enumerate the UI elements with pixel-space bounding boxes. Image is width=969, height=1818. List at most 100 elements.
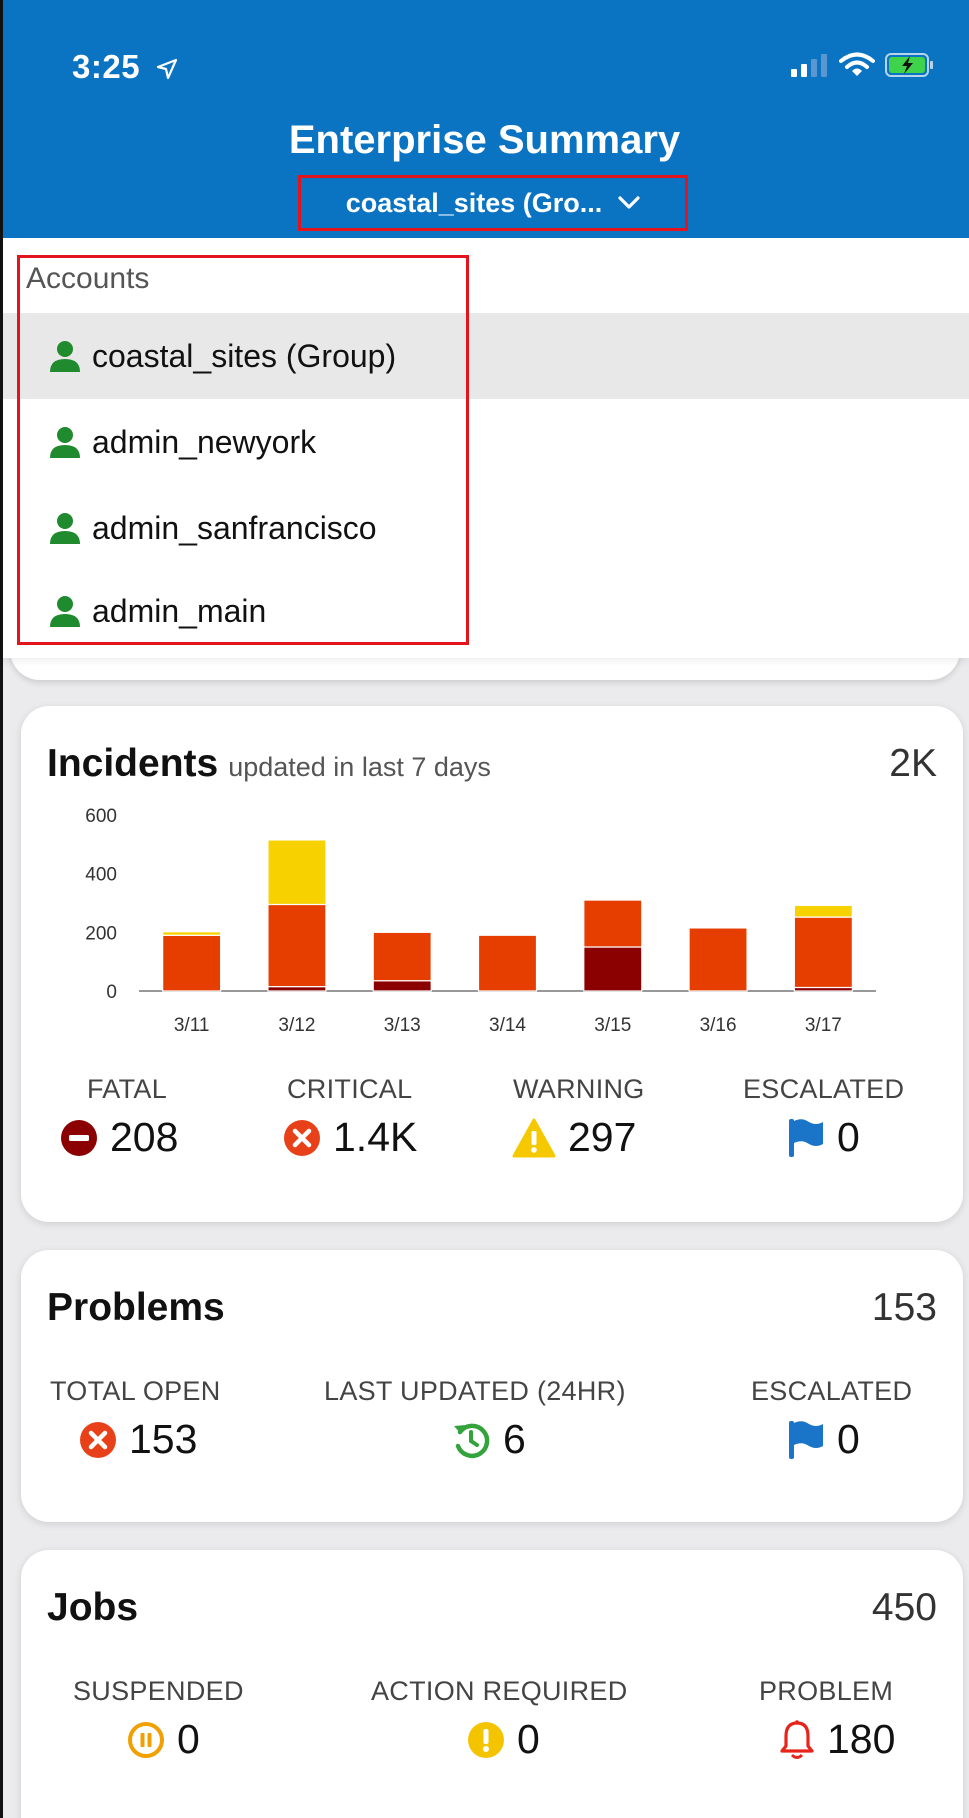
metric-suspended-value: 0 (177, 1716, 200, 1762)
x-tick-label: 3/15 (594, 1015, 631, 1036)
x-tick-label: 3/17 (805, 1015, 842, 1036)
metric-label-suspended: SUSPENDED (73, 1676, 244, 1706)
metric-label-fatal: FATAL (87, 1074, 168, 1104)
metric-problems-escalated-value: 0 (837, 1416, 860, 1462)
metric-label-escalated: ESCALATED (743, 1074, 905, 1104)
account-option-admin-newyork[interactable]: admin_newyork (0, 399, 969, 485)
metric-escalated-value: 0 (837, 1114, 860, 1160)
account-option-admin-main[interactable]: admin_main (0, 568, 969, 654)
person-icon (48, 425, 82, 459)
bell-icon (779, 1719, 815, 1761)
person-icon (48, 594, 82, 628)
history-icon (451, 1420, 491, 1460)
y-tick-label: 200 (85, 923, 117, 944)
warning-triangle-icon (512, 1118, 556, 1158)
y-tick-label: 400 (85, 865, 117, 886)
accounts-dropdown: Accounts coastal_sites (Group) admin_new… (0, 238, 969, 658)
pause-circle-icon (127, 1721, 165, 1759)
bar-segment-fatal[interactable] (267, 986, 327, 992)
status-time: 3:25 (72, 48, 178, 86)
bar-segment-critical[interactable] (793, 916, 853, 989)
metric-problem[interactable]: 180 (779, 1716, 895, 1763)
account-option-label: admin_sanfrancisco (92, 509, 377, 546)
person-icon (48, 511, 82, 545)
x-tick-label: 3/12 (278, 1015, 315, 1036)
metric-critical-value: 1.4K (333, 1114, 418, 1160)
metric-warning-value: 297 (568, 1114, 637, 1160)
metric-action-required-value: 0 (517, 1716, 540, 1762)
metric-critical[interactable]: 1.4K (283, 1114, 417, 1161)
bar-segment-fatal[interactable] (372, 980, 432, 992)
bar-segment-fatal[interactable] (583, 946, 643, 992)
app-screen: 3:25 Enterprise Summary coastal_sites (G… (0, 0, 969, 1818)
cellular-signal-icon (791, 54, 827, 77)
bar-segment-critical[interactable] (267, 903, 327, 988)
metric-label-problem: PROBLEM (759, 1676, 894, 1706)
jobs-title: Jobs (47, 1586, 139, 1629)
y-tick-label: 600 (85, 806, 117, 827)
page-title: Enterprise Summary (288, 118, 681, 162)
x-tick-label: 3/11 (174, 1015, 210, 1036)
bar-segment-critical[interactable] (372, 931, 432, 982)
account-selector[interactable]: coastal_sites (Gro... (298, 175, 688, 231)
metric-label-total-open: TOTAL OPEN (50, 1376, 221, 1406)
account-option-label: admin_main (92, 592, 267, 629)
metric-label-warning: WARNING (513, 1074, 645, 1104)
app-header: 3:25 Enterprise Summary coastal_sites (G… (0, 0, 969, 238)
status-icons (789, 52, 935, 78)
problems-total: 153 (871, 1286, 937, 1329)
x-circle-icon (283, 1119, 321, 1157)
minus-circle-icon (60, 1119, 98, 1157)
bar-segment-critical[interactable] (477, 934, 538, 992)
jobs-total: 450 (871, 1586, 937, 1629)
metric-total-open[interactable]: 153 (79, 1416, 197, 1463)
bar-segment-warning[interactable] (793, 904, 853, 918)
bar-segment-critical[interactable] (162, 934, 222, 992)
account-selector-label: coastal_sites (Gro... (345, 187, 603, 218)
bar-segment-critical[interactable] (688, 927, 748, 992)
metric-label-problems-escalated: ESCALATED (751, 1376, 913, 1406)
x-circle-icon (79, 1421, 117, 1459)
wifi-icon (839, 52, 875, 76)
person-icon (48, 339, 82, 373)
x-tick-label: 3/16 (700, 1015, 737, 1036)
problems-title: Problems (47, 1286, 225, 1329)
metric-action-required[interactable]: 0 (467, 1716, 540, 1763)
account-option-label: admin_newyork (92, 423, 317, 460)
metric-last-updated[interactable]: 6 (451, 1416, 526, 1463)
accounts-header: Accounts (26, 262, 150, 295)
bar-segment-warning[interactable] (267, 839, 327, 906)
metric-fatal[interactable]: 208 (60, 1114, 178, 1161)
x-tick-label: 3/13 (384, 1015, 421, 1036)
metric-problem-value: 180 (827, 1716, 896, 1762)
chevron-down-icon (618, 196, 640, 209)
frame-border (0, 0, 3, 1818)
metric-fatal-value: 208 (110, 1114, 179, 1160)
problems-card[interactable]: Problems 153 TOTAL OPEN 153 LAST UPDATED… (21, 1250, 963, 1522)
metric-suspended[interactable]: 0 (127, 1716, 200, 1763)
exclamation-circle-icon (467, 1721, 505, 1759)
metric-label-action-required: ACTION REQUIRED (371, 1676, 628, 1706)
metric-total-open-value: 153 (129, 1416, 198, 1462)
metric-label-last-updated: LAST UPDATED (24HR) (324, 1376, 626, 1406)
account-option-admin-sanfrancisco[interactable]: admin_sanfrancisco (0, 485, 969, 571)
metric-escalated[interactable]: 0 (787, 1114, 860, 1161)
incidents-chart: 600 400 200 0 3/11 3/12 3/13 3/14 3/15 3/16 3/17 (85, 806, 876, 1036)
metric-last-updated-value: 6 (503, 1416, 526, 1462)
account-option-label: coastal_sites (Group) (92, 337, 397, 374)
flag-icon (787, 1117, 825, 1159)
bar-segment-warning[interactable] (162, 931, 222, 936)
status-time-text: 3:25 (72, 48, 141, 85)
flag-icon (787, 1419, 825, 1461)
x-tick-label: 3/14 (489, 1015, 526, 1036)
jobs-card[interactable]: Jobs 450 SUSPENDED 0 ACTION REQUIRED 0 P… (21, 1550, 963, 1818)
account-option-coastal-sites[interactable]: coastal_sites (Group) (0, 313, 969, 399)
metric-label-critical: CRITICAL (287, 1074, 413, 1104)
metric-warning[interactable]: 297 (512, 1114, 636, 1161)
location-arrow-icon (156, 59, 177, 80)
metric-problems-escalated[interactable]: 0 (787, 1416, 860, 1463)
bar-segment-critical[interactable] (583, 899, 643, 948)
incidents-card[interactable]: Incidents updated in last 7 days 2K 600 40… (21, 706, 963, 1222)
y-tick-label: 0 (106, 982, 117, 1003)
battery-charging-icon (885, 53, 933, 77)
